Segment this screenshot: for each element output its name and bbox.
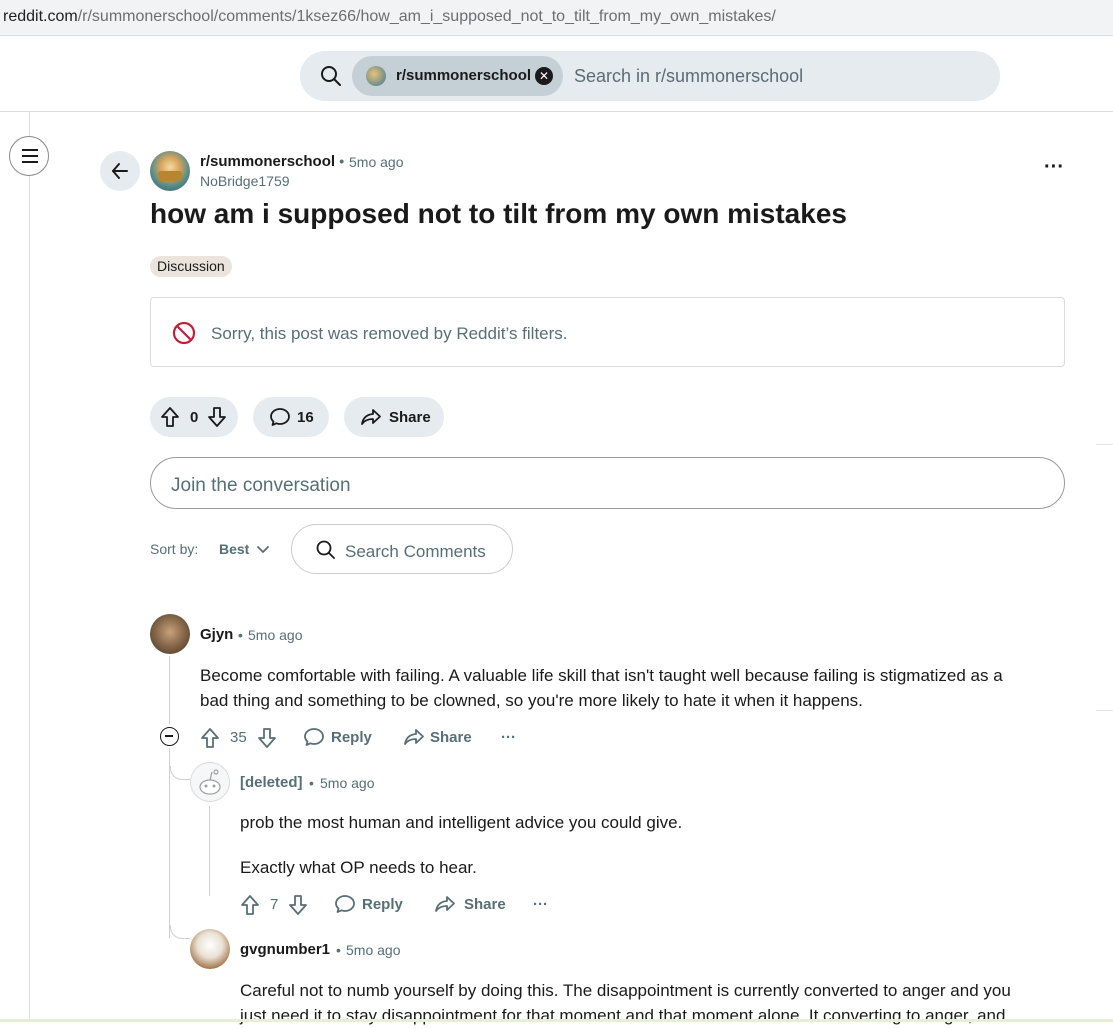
- subreddit-filter-chip[interactable]: r/summonerschool ✕: [352, 56, 563, 96]
- vote-count: 0: [190, 409, 199, 426]
- more-options-icon[interactable]: ···: [1040, 157, 1068, 180]
- upvote-icon[interactable]: [200, 727, 220, 749]
- vote-count: 7: [270, 896, 279, 913]
- minus-icon: [165, 735, 173, 737]
- comment-line: Careful not to numb yourself by doing th…: [240, 981, 1011, 1000]
- vote-count: 35: [230, 729, 247, 746]
- post-flair[interactable]: Discussion: [150, 256, 232, 277]
- post-author[interactable]: NoBridge1759: [200, 173, 290, 189]
- separator: •: [309, 775, 314, 791]
- thread-connector: [170, 925, 190, 939]
- composer-placeholder: Join the conversation: [171, 475, 351, 496]
- thread-line: [169, 656, 170, 724]
- post-vote-bar: 0: [150, 397, 238, 437]
- reply-button[interactable]: Reply: [362, 896, 403, 913]
- site-header: r/summonerschool ✕ Search in r/summoners…: [0, 36, 1113, 112]
- sort-dropdown[interactable]: Best: [219, 541, 249, 557]
- browser-url-bar[interactable]: reddit.com/r/summonerschool/comments/1ks…: [0, 0, 1113, 36]
- divider: [1096, 444, 1113, 445]
- collapse-thread-button[interactable]: [160, 727, 179, 746]
- thread-line: [209, 806, 210, 896]
- hamburger-icon: [22, 149, 38, 151]
- comment-line: prob the most human and intelligent advi…: [240, 813, 683, 832]
- search-comments-placeholder: Search Comments: [345, 542, 486, 561]
- downvote-icon[interactable]: [257, 727, 277, 749]
- search-comments-input[interactable]: Search Comments: [291, 524, 513, 574]
- search-icon: [321, 66, 341, 86]
- separator: •: [238, 627, 243, 643]
- upvote-icon[interactable]: [240, 894, 260, 916]
- close-icon[interactable]: ✕: [535, 67, 553, 85]
- comment-line: just need it to stay disappointment for …: [240, 1006, 1006, 1025]
- thread-connector: [170, 766, 190, 780]
- share-label: Share: [389, 409, 431, 426]
- share-icon: [361, 409, 381, 425]
- comment-line: bad thing and something to be clowned, s…: [200, 691, 863, 710]
- left-rail-divider: [29, 112, 30, 1022]
- avatar[interactable]: [190, 762, 230, 802]
- share-button[interactable]: Share: [464, 896, 506, 913]
- subreddit-avatar: [366, 66, 386, 86]
- hamburger-icon-line: [22, 161, 38, 163]
- share-icon[interactable]: [434, 894, 456, 914]
- comment-body: prob the most human and intelligent advi…: [240, 810, 1080, 880]
- share-icon[interactable]: [403, 727, 425, 747]
- back-button[interactable]: [100, 151, 140, 191]
- url-path: /r/summonerschool/comments/1ksez66/how_a…: [77, 8, 776, 25]
- snoo-icon: [199, 769, 221, 795]
- avatar[interactable]: [190, 929, 230, 969]
- comment-body: Become comfortable with failing. A valua…: [200, 663, 1080, 713]
- search-bar[interactable]: r/summonerschool ✕ Search in r/summoners…: [300, 51, 1000, 101]
- avatar[interactable]: [150, 614, 190, 654]
- subreddit-link[interactable]: r/summonerschool •: [200, 153, 344, 170]
- comment-composer[interactable]: Join the conversation: [150, 457, 1065, 509]
- more-options-icon[interactable]: ···: [533, 896, 548, 913]
- share-button[interactable]: Share: [430, 729, 472, 746]
- comment-author[interactable]: Gjyn: [200, 626, 233, 643]
- subreddit-name[interactable]: r/summonerschool: [200, 153, 335, 170]
- downvote-icon[interactable]: [207, 406, 227, 428]
- thread-line: [169, 748, 170, 938]
- comment-count: 16: [297, 409, 314, 426]
- comment-author[interactable]: gvgnumber1: [240, 941, 330, 958]
- post-title: how am i supposed not to tilt from my ow…: [150, 198, 847, 229]
- more-options-icon[interactable]: ···: [501, 729, 516, 746]
- sort-label: Sort by:: [150, 541, 199, 557]
- comment-icon: [270, 408, 290, 426]
- comment-time: 5mo ago: [248, 627, 303, 643]
- url-host: reddit.com: [3, 8, 78, 25]
- downvote-icon[interactable]: [288, 894, 308, 916]
- share-button[interactable]: Share: [344, 397, 444, 437]
- chip-label: r/summonerschool: [396, 67, 532, 84]
- comments-button[interactable]: 16: [253, 397, 329, 437]
- divider: [1096, 710, 1113, 711]
- search-icon: [316, 540, 335, 559]
- upvote-icon[interactable]: [160, 406, 180, 428]
- search-input[interactable]: Search in r/summonerschool: [574, 66, 803, 87]
- reply-button[interactable]: Reply: [331, 729, 372, 746]
- subreddit-icon[interactable]: [150, 151, 190, 191]
- removed-message: Sorry, this post was removed by Reddit’s…: [211, 324, 568, 343]
- comment-time: 5mo ago: [346, 942, 401, 958]
- chevron-down-icon[interactable]: [256, 543, 270, 557]
- arrow-left-icon: [112, 163, 128, 179]
- hamburger-icon-line: [22, 155, 38, 157]
- comment-icon[interactable]: [303, 727, 325, 747]
- separator: •: [336, 942, 341, 958]
- separator: •: [339, 153, 345, 169]
- comment-icon[interactable]: [334, 894, 356, 914]
- comment-actions: 7 Reply Share ···: [240, 891, 580, 919]
- post-time: 5mo ago: [349, 154, 404, 170]
- comment-actions: 35 Reply Share ···: [200, 724, 540, 752]
- comment-line: Exactly what OP needs to hear.: [240, 858, 477, 877]
- comment-time: 5mo ago: [320, 775, 375, 791]
- removed-notice: Sorry, this post was removed by Reddit’s…: [150, 297, 1065, 367]
- comment-author: [deleted]: [240, 774, 303, 791]
- prohibited-icon: [172, 321, 196, 345]
- comment-line: Become comfortable with failing. A valua…: [200, 666, 1003, 685]
- menu-button[interactable]: [9, 136, 49, 176]
